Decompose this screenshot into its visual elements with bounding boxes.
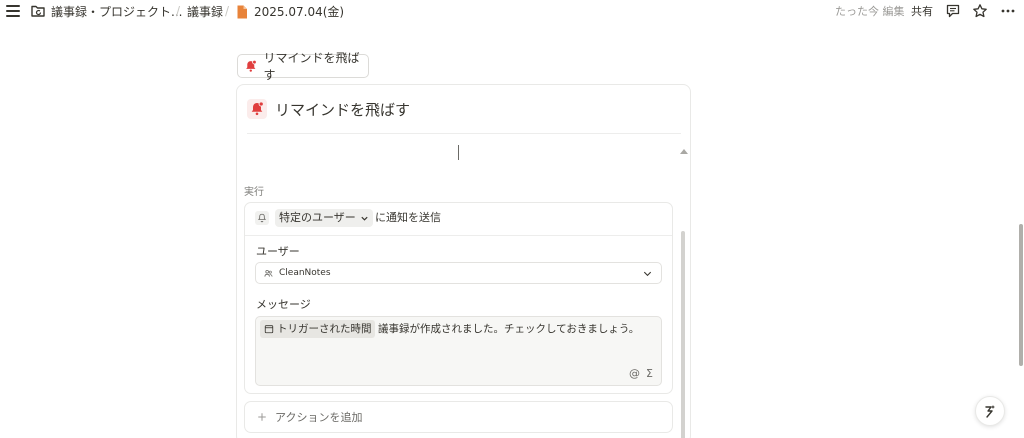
message-text: 議事録が作成されました。チェックしておきましょう。 xyxy=(378,323,640,335)
chevron-down-icon xyxy=(643,271,652,277)
user-field-label: ユーザー xyxy=(256,245,300,258)
panel-header: リマインドを飛ばす xyxy=(237,85,690,133)
chevron-down-icon xyxy=(361,216,368,221)
star-icon[interactable] xyxy=(972,3,988,19)
section-label-execute: 実行 xyxy=(244,187,264,198)
remind-button-label: リマインドを飛ばす xyxy=(263,51,360,82)
page-scrollbar[interactable] xyxy=(1018,36,1024,438)
text-cursor xyxy=(458,145,459,160)
mention-icon[interactable]: @ xyxy=(629,367,640,380)
panel-icon-button[interactable] xyxy=(247,99,267,119)
divider xyxy=(247,133,681,134)
remind-button[interactable]: リマインドを飛ばす xyxy=(237,51,369,82)
add-action-button[interactable]: アクションを追加 xyxy=(244,401,673,433)
breadcrumb-database[interactable]: 議事録 xyxy=(187,4,223,20)
formula-icon[interactable]: Σ xyxy=(646,367,653,380)
comment-icon[interactable] xyxy=(945,3,961,19)
message-input[interactable]: トリガーされた時間 議事録が作成されました。チェックしておきましょう。 @ Σ xyxy=(255,316,662,386)
action-header: 特定のユーザー に通知を送信 xyxy=(245,203,672,236)
collapse-up-icon[interactable] xyxy=(680,149,688,154)
breadcrumb-separator: / xyxy=(225,4,230,18)
button-automation-panel: リマインドを飛ばす 実行 特定のユーザー に通知を送信 ユーザー CleanNo… xyxy=(236,84,691,438)
calendar-icon xyxy=(264,325,274,334)
ai-assistant-icon xyxy=(985,405,995,418)
breadcrumb-workspace[interactable]: 議事録・プロジェクト... xyxy=(51,4,182,20)
breadcrumb-separator: / xyxy=(176,4,181,18)
bell-icon xyxy=(255,211,269,225)
breadcrumb-page[interactable]: 2025.07.04(金) xyxy=(254,4,344,20)
add-action-label: アクションを追加 xyxy=(275,411,363,424)
user-select-value: CleanNotes xyxy=(279,268,331,278)
page-scrollbar-thumb[interactable] xyxy=(1019,224,1023,366)
panel-scrollbar[interactable] xyxy=(681,231,685,438)
trigger-time-token[interactable]: トリガーされた時間 xyxy=(260,320,375,338)
panel-title[interactable]: リマインドを飛ばす xyxy=(275,100,410,120)
help-button[interactable] xyxy=(975,396,1005,426)
message-tools: @ Σ xyxy=(629,367,653,380)
share-button[interactable]: 共有 xyxy=(911,4,933,20)
bell-alert-icon xyxy=(247,99,267,119)
user-group-icon xyxy=(264,269,273,277)
message-field-label: メッセージ xyxy=(256,298,311,311)
more-options-icon[interactable] xyxy=(1000,3,1016,19)
edited-status: たった今 編集 xyxy=(835,5,905,18)
notification-action-card: 特定のユーザー に通知を送信 ユーザー CleanNotes メッセージ トリガ… xyxy=(244,202,673,394)
folder-sync-icon xyxy=(31,5,45,17)
recipient-dropdown[interactable]: 特定のユーザー xyxy=(275,209,373,227)
user-select[interactable]: CleanNotes xyxy=(255,262,662,284)
action-description: に通知を送信 xyxy=(375,211,441,224)
trigger-time-token-label: トリガーされた時間 xyxy=(277,323,372,335)
bell-alert-icon xyxy=(246,59,257,72)
menu-icon[interactable] xyxy=(6,5,20,17)
recipient-dropdown-value: 特定のユーザー xyxy=(279,211,356,224)
plus-icon xyxy=(258,413,266,421)
top-bar: 議事録・プロジェクト... / 議事録 / 2025.07.04(金) たった今… xyxy=(0,0,1024,24)
document-icon xyxy=(237,5,247,19)
